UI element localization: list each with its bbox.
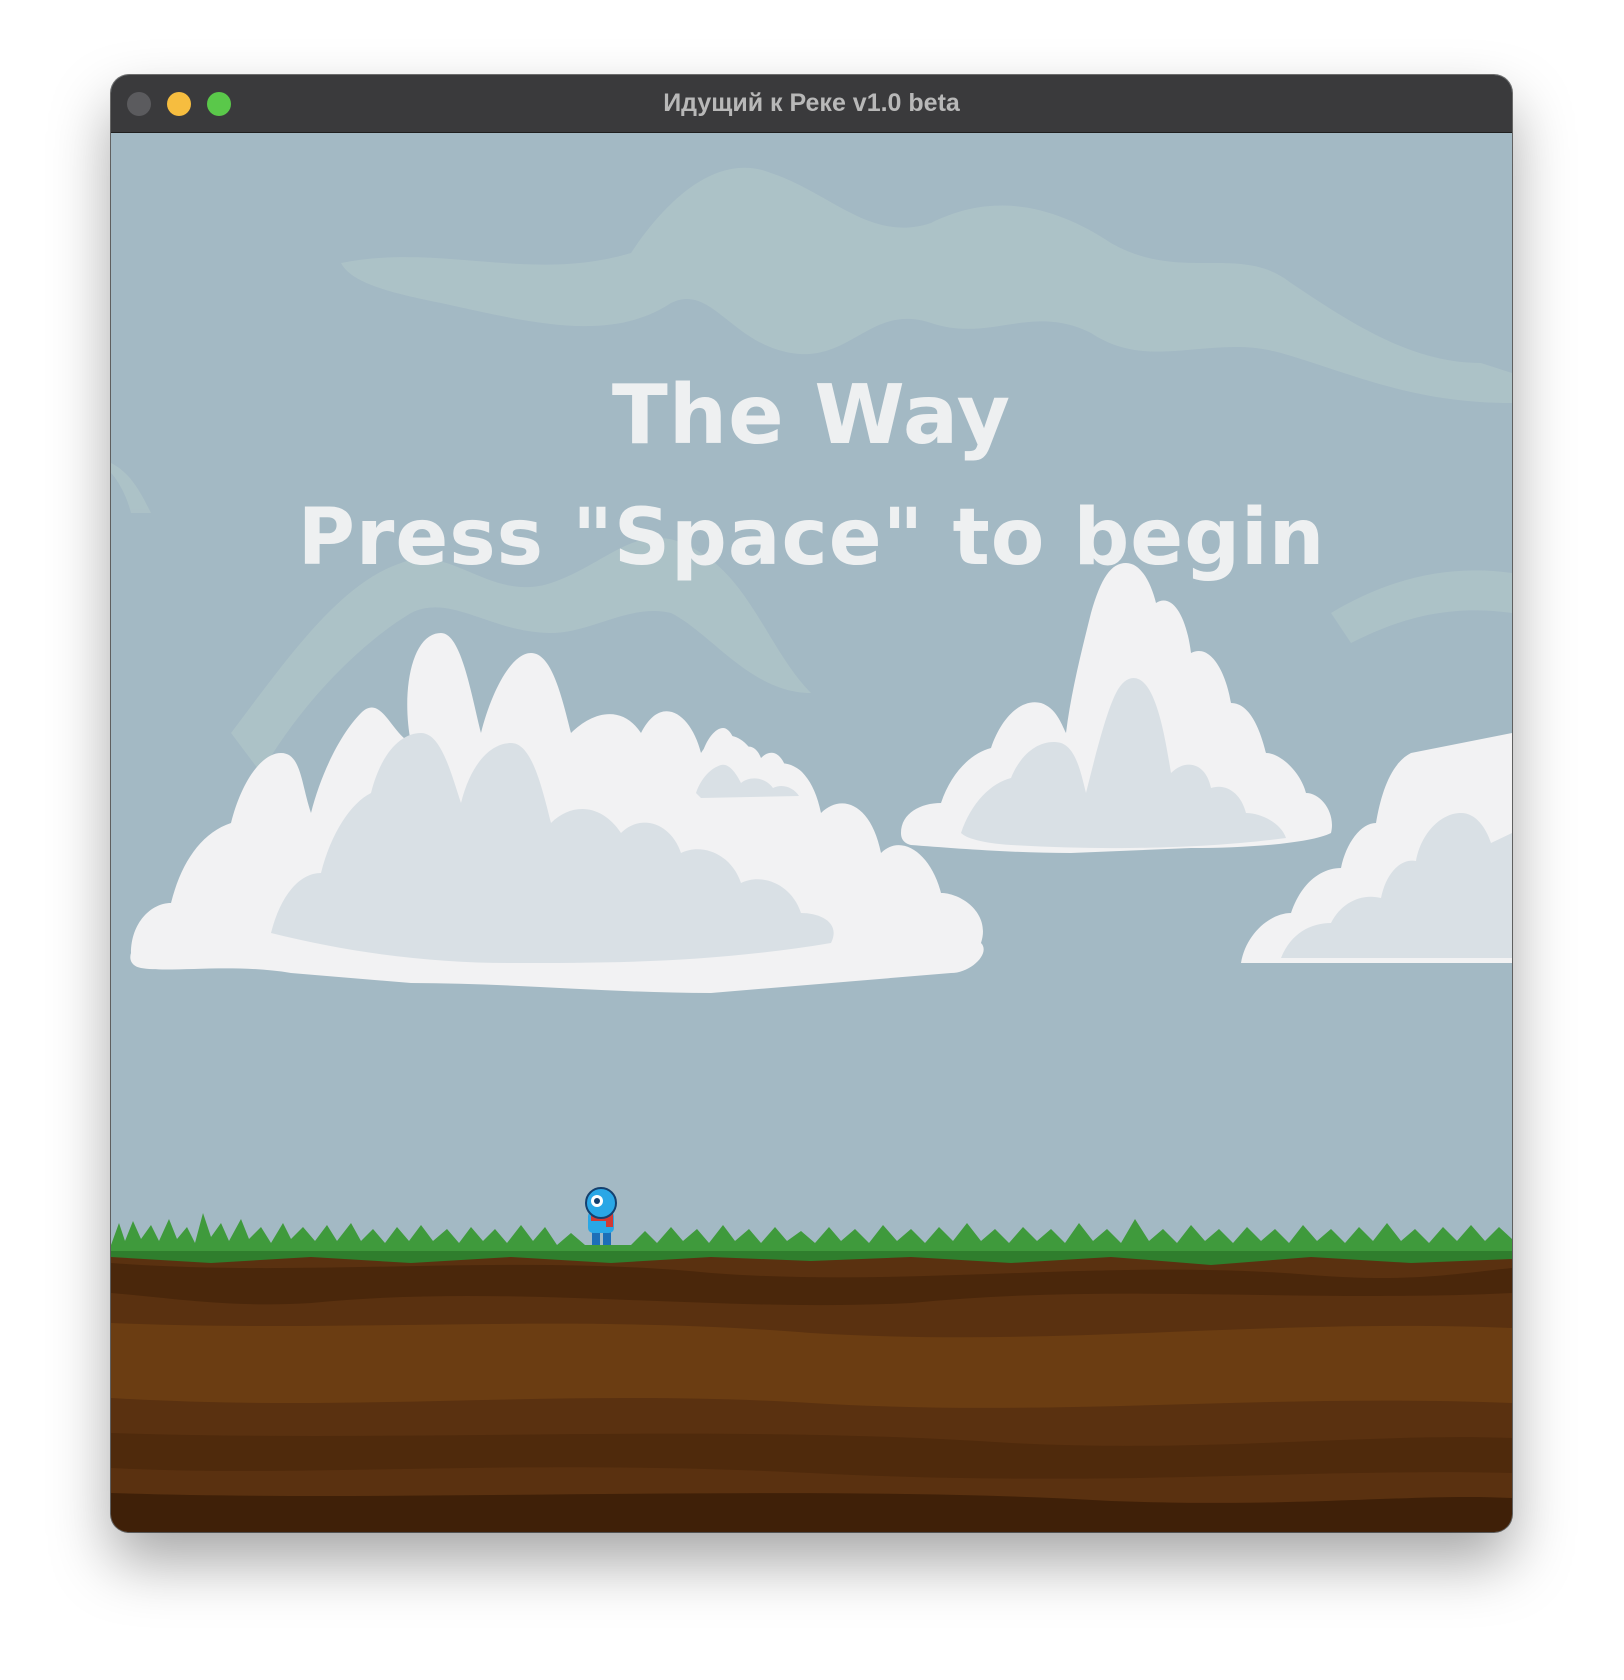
title-bar[interactable]: Идущий к Реке v1.0 beta (111, 75, 1512, 133)
game-canvas[interactable]: The Way Press "Space" to begin (111, 133, 1512, 1532)
game-title: The Way (611, 368, 1012, 463)
game-window: Идущий к Реке v1.0 beta The Way Press "S… (111, 75, 1512, 1532)
start-prompt: Press "Space" to begin (297, 493, 1326, 583)
game-scene (111, 133, 1512, 1532)
ground (111, 1253, 1512, 1532)
window-title: Идущий к Реке v1.0 beta (663, 89, 960, 117)
